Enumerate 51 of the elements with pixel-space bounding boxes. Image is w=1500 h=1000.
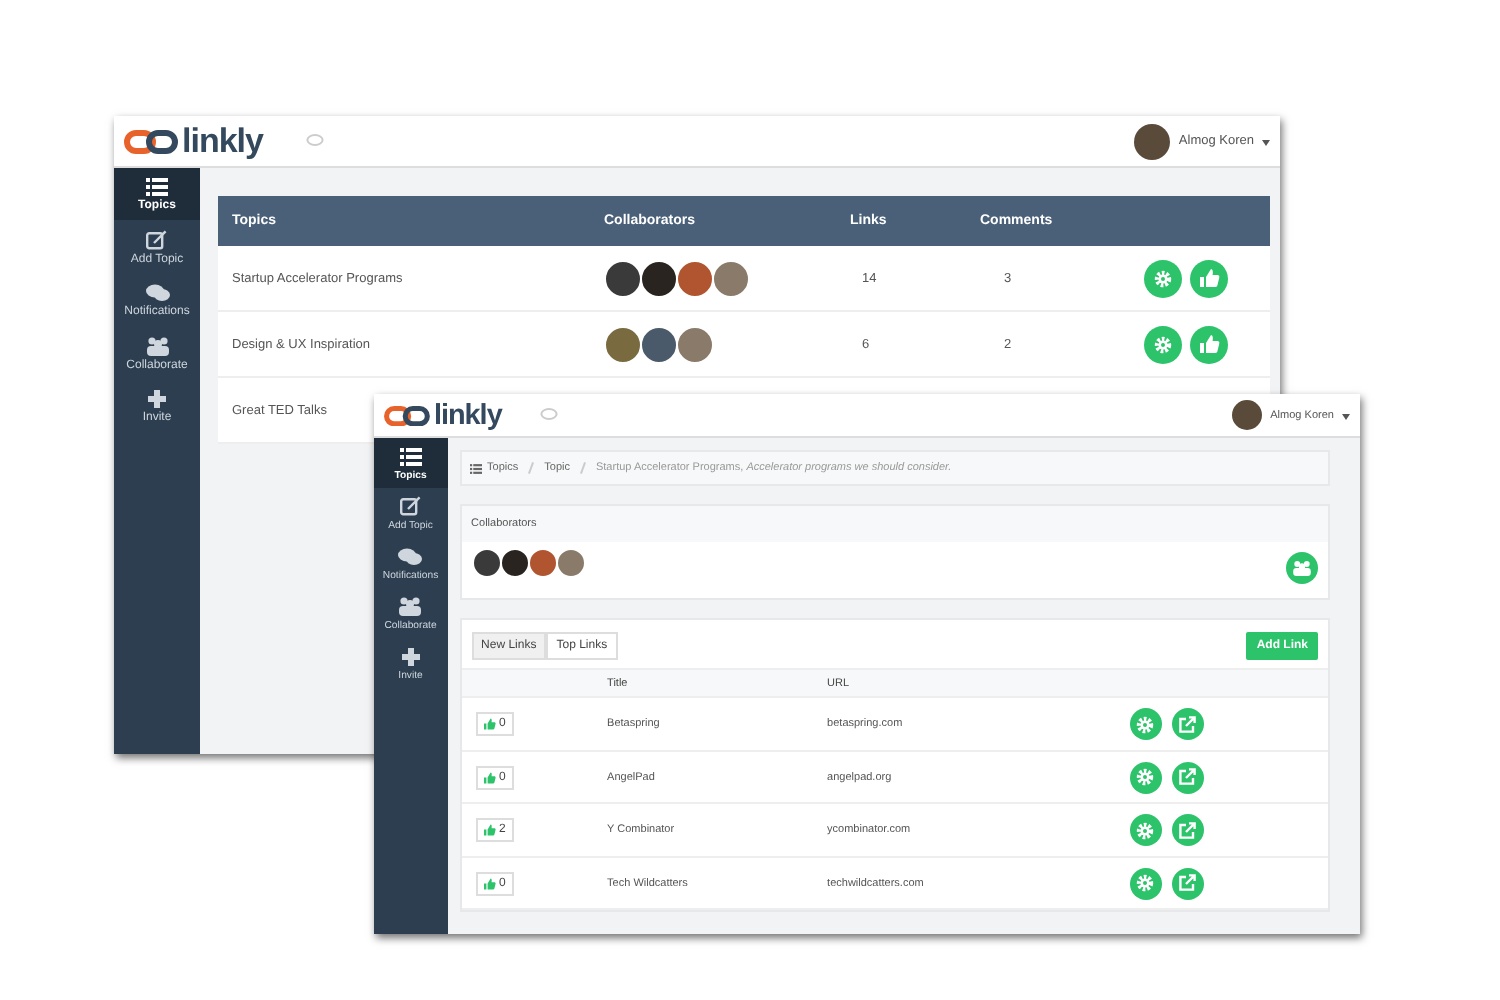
settings-icon bbox=[1136, 874, 1155, 892]
open-link-button[interactable] bbox=[1171, 814, 1204, 846]
list-icon bbox=[146, 178, 168, 196]
thumbs-up-icon bbox=[483, 771, 496, 783]
group-icon bbox=[145, 336, 169, 356]
plus-icon bbox=[148, 390, 166, 408]
thumbs-up-icon bbox=[1199, 268, 1219, 288]
user-avatar[interactable] bbox=[1231, 399, 1263, 431]
external-link-icon bbox=[1178, 821, 1197, 839]
settings-icon bbox=[1136, 768, 1155, 786]
settings-button[interactable] bbox=[1144, 325, 1182, 363]
chain-logo-icon bbox=[384, 405, 430, 426]
external-link-icon bbox=[1178, 768, 1197, 786]
thumbs-up-icon bbox=[483, 718, 496, 730]
chain-logo-icon bbox=[124, 129, 178, 153]
thumbs-up-icon bbox=[483, 877, 496, 889]
edit-icon bbox=[399, 496, 422, 517]
caret-icon[interactable] bbox=[1262, 139, 1270, 149]
open-link-button[interactable] bbox=[1171, 761, 1204, 793]
plus-icon bbox=[401, 648, 420, 667]
external-link-icon bbox=[1178, 874, 1197, 892]
thumbs-up-button[interactable] bbox=[1190, 325, 1228, 363]
settings-button[interactable] bbox=[1129, 814, 1162, 846]
chat-icon bbox=[398, 547, 423, 566]
edit-icon bbox=[146, 230, 168, 250]
settings-icon bbox=[1136, 715, 1155, 733]
caret-icon[interactable] bbox=[1342, 413, 1350, 424]
user-avatar[interactable] bbox=[1134, 123, 1171, 159]
settings-button[interactable] bbox=[1129, 708, 1162, 740]
external-link-icon bbox=[1178, 715, 1197, 733]
list-icon bbox=[399, 447, 422, 465]
chat-icon bbox=[145, 284, 169, 302]
group-icon bbox=[398, 596, 423, 617]
chat-icon[interactable] bbox=[306, 134, 325, 148]
settings-button[interactable] bbox=[1129, 867, 1162, 899]
group-icon bbox=[1292, 560, 1312, 577]
settings-icon bbox=[1154, 335, 1172, 353]
collaborate-button[interactable] bbox=[1286, 552, 1318, 585]
brand-logo: linkly bbox=[182, 121, 263, 161]
settings-icon bbox=[1154, 269, 1172, 287]
settings-button[interactable] bbox=[1129, 761, 1162, 793]
thumbs-up-icon bbox=[1199, 334, 1219, 354]
chat-icon[interactable] bbox=[540, 408, 559, 423]
settings-button[interactable] bbox=[1144, 259, 1182, 297]
list-icon bbox=[469, 463, 482, 474]
open-link-button[interactable] bbox=[1171, 708, 1204, 740]
open-link-button[interactable] bbox=[1171, 867, 1204, 899]
thumbs-up-button[interactable] bbox=[1190, 259, 1228, 297]
settings-icon bbox=[1136, 821, 1155, 839]
brand-logo: linkly bbox=[433, 399, 502, 432]
thumbs-up-icon bbox=[483, 824, 496, 836]
